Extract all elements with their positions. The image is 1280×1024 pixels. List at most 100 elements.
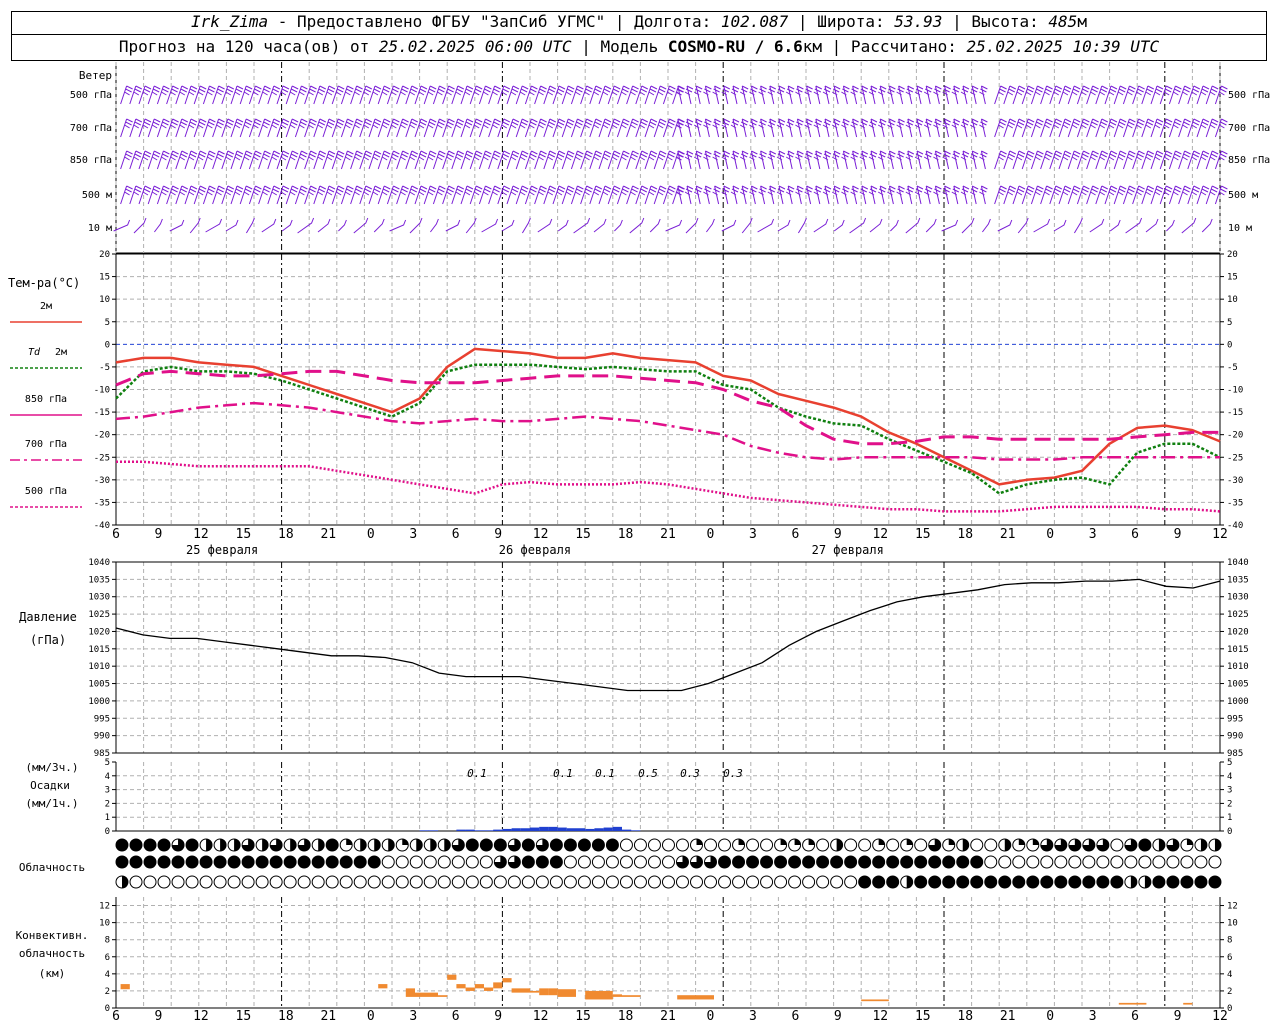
cloud-circle <box>619 855 633 869</box>
cloud-circle <box>661 875 675 889</box>
pressure-ytick-label-right: 1030 <box>1227 593 1249 603</box>
cloud-cover-icon <box>1096 875 1110 889</box>
cloud-cover-icon <box>886 838 900 852</box>
wind-barb-shape <box>684 150 694 170</box>
wind-barb-icon <box>841 85 850 105</box>
precip-total-label: 0.1 <box>553 767 573 780</box>
wind-barb-shape <box>923 118 933 138</box>
cloud-cover-icon <box>942 875 956 889</box>
cloud-circle <box>535 875 549 889</box>
wind-barb-icon <box>1166 219 1175 232</box>
pressure-ytick-label-right: 1025 <box>1227 610 1249 620</box>
cloud-fill <box>318 839 325 851</box>
wind-barb-icon <box>905 150 915 170</box>
cloud-fill <box>388 839 395 851</box>
cloud-cover-icon <box>718 875 732 889</box>
precip-total-label: 0.3 <box>723 767 743 780</box>
wind-barb-icon <box>721 219 737 232</box>
cloud-cover-icon <box>605 838 619 852</box>
wind-barb-icon <box>730 150 740 170</box>
wind-barb-icon <box>712 150 721 170</box>
cloud-cover-icon <box>591 838 605 852</box>
wind-barb-icon <box>896 118 905 138</box>
precip-bar <box>622 829 632 831</box>
wind-barb-icon <box>890 219 899 232</box>
cloud-cover-icon <box>718 855 732 869</box>
cloud-cover-icon <box>535 855 549 869</box>
precip-ytick-label-right: 1 <box>1227 813 1232 823</box>
cloud-fill <box>760 856 773 868</box>
wind-barb-shape <box>951 185 961 205</box>
cloud-circle <box>788 875 802 889</box>
cloud-fill <box>1166 876 1179 888</box>
cloud-cover-icon <box>465 855 479 869</box>
cloud-cover-icon <box>732 855 746 869</box>
cloud-cover-icon <box>844 838 858 852</box>
precip-title: Осадки <box>30 779 70 792</box>
cloud-cover-icon <box>185 875 199 889</box>
cloud-circle <box>816 838 830 852</box>
temp-hour-label: 3 <box>409 527 417 542</box>
cloud-cover-icon <box>956 875 970 889</box>
wind-barb-icon <box>758 185 767 205</box>
cloud-cover-icon <box>844 875 858 889</box>
cloud-cover-icon <box>465 838 479 852</box>
cloud-cover-icon <box>535 838 549 852</box>
cloud-cover-icon <box>353 838 367 852</box>
convective-title-2: облачность <box>19 947 85 960</box>
wind-barb-shape <box>749 85 758 105</box>
cloud-cover-icon <box>1054 855 1068 869</box>
cloud-cover-icon <box>451 838 465 852</box>
cloud-cover-icon <box>269 855 283 869</box>
pressure-ytick-label-right: 1015 <box>1227 645 1249 655</box>
wind-barb-shape <box>822 150 832 170</box>
cloud-fill <box>1110 876 1123 888</box>
wind-barb-icon <box>749 85 758 105</box>
cloud-circle <box>984 855 998 869</box>
wind-barb-shape <box>675 185 685 205</box>
bottom-hour-label: 21 <box>660 1009 676 1024</box>
convective-cloud-bar <box>861 999 889 1002</box>
cloud-fill <box>186 856 199 868</box>
wind-barb-icon <box>850 118 859 138</box>
wind-barb-icon <box>877 118 887 138</box>
wind-barb-shape <box>776 85 786 105</box>
wind-barb-icon <box>905 85 915 105</box>
wind-barb-shape <box>979 185 988 205</box>
wind-barb-icon <box>1033 218 1051 233</box>
convective-cloud-bar <box>1118 1002 1147 1005</box>
cloud-cover-icon <box>171 838 185 852</box>
precip-bar <box>484 830 494 831</box>
wind-barb-icon <box>813 185 823 205</box>
wind-barb-shape <box>979 150 988 170</box>
temp-ytick-label-left: -35 <box>94 498 110 508</box>
cloud-cover-icon <box>1110 855 1124 869</box>
cloud-fill <box>144 856 157 868</box>
cloud-cover-icon <box>479 838 493 852</box>
temp-hour-label: 9 <box>494 527 502 542</box>
cloud-cover-icon <box>802 855 816 869</box>
cloud-fill <box>444 839 451 851</box>
wind-barb-shape <box>960 118 970 138</box>
cloud-cover-icon <box>661 855 675 869</box>
cloud-fill <box>206 839 213 851</box>
temp-hour-label: 12 <box>1212 527 1228 542</box>
wind-barb-shape <box>933 150 942 170</box>
cloud-circle <box>549 875 563 889</box>
cloud-cover-icon <box>1194 875 1208 889</box>
wind-barb-shape <box>933 118 942 138</box>
cloud-cover-icon <box>647 875 661 889</box>
wind-barb-icon <box>758 150 767 170</box>
cloud-fill <box>1032 839 1039 845</box>
temp-ytick-label-left: -10 <box>94 386 110 396</box>
pressure-ytick-label-right: 990 <box>1227 732 1243 742</box>
wind-barb-shape <box>693 85 703 105</box>
cloud-circle <box>451 855 465 869</box>
wind-barb-shape <box>297 217 315 234</box>
cloud-fill <box>878 839 885 845</box>
cloud-fill <box>172 856 185 868</box>
cloud-cover-icon <box>872 838 886 852</box>
wind-barb-shape <box>813 150 823 170</box>
temp-ytick-label-left: -30 <box>94 476 110 486</box>
wind-barb-icon <box>767 85 777 105</box>
